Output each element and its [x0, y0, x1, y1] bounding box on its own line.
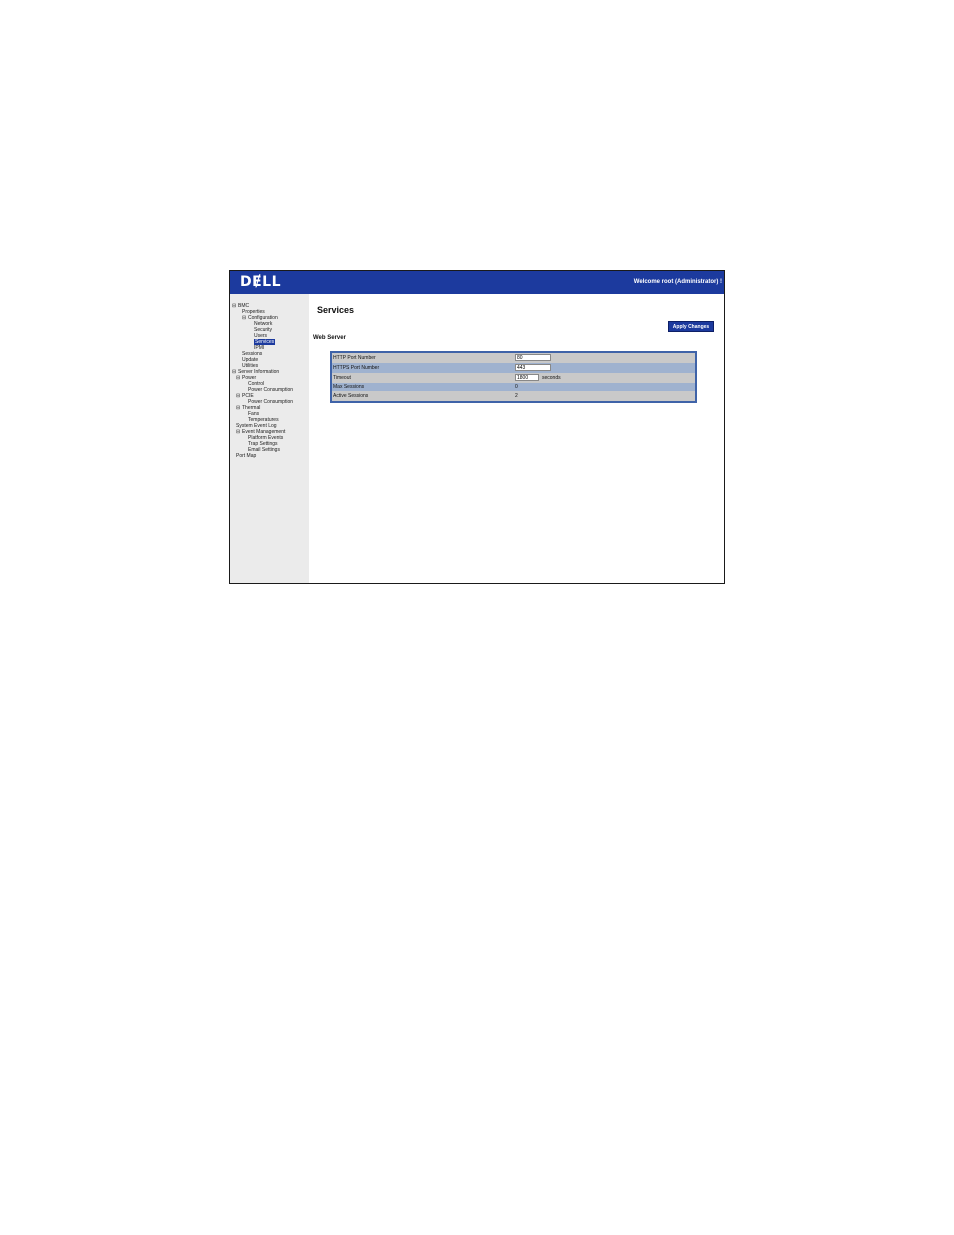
http-port-input[interactable] [515, 354, 551, 361]
max-sessions-value: 0 [515, 384, 518, 390]
timeout-unit: seconds [542, 375, 561, 381]
nav-port-map[interactable]: Port Map [236, 453, 256, 459]
table-row: Max Sessions 0 [332, 383, 695, 391]
row-label: HTTP Port Number [333, 355, 376, 361]
bmc-web-window: DɆLL Welcome root (Administrator) ! ⊟ BMC… [229, 270, 725, 584]
content-area: Services Apply Changes Web Server HTTP P… [309, 294, 724, 583]
dell-logo: DɆLL [240, 274, 282, 290]
row-label: Active Sessions [333, 393, 369, 399]
welcome-message: Welcome root (Administrator) ! [633, 279, 722, 285]
https-port-input[interactable] [515, 364, 551, 371]
nav-label: Power Consumption [248, 387, 294, 393]
top-banner: DɆLL Welcome root (Administrator) ! [230, 271, 724, 294]
timeout-input[interactable] [515, 374, 539, 381]
navigation-tree: ⊟ BMC Properties ⊟ Configuration Network S… [230, 294, 309, 583]
row-label: Max Sessions [333, 384, 365, 390]
table-row: Active Sessions 2 [332, 391, 695, 401]
table-row: HTTP Port Number [332, 353, 695, 363]
row-label: HTTPS Port Number [333, 365, 380, 371]
nav-power-consumption[interactable]: Power Consumption [248, 387, 293, 393]
page-title: Services [317, 305, 355, 315]
row-label: Timeout [333, 375, 351, 381]
apply-changes-button[interactable]: Apply Changes [668, 321, 714, 332]
table-row: Timeout seconds [332, 373, 695, 383]
section-title: Web Server [313, 335, 346, 341]
nav-label: Port Map [236, 453, 257, 459]
active-sessions-value: 2 [515, 393, 518, 399]
table-row: HTTPS Port Number [332, 363, 695, 373]
web-server-table: HTTP Port Number HTTPS Port Number Timeo… [330, 351, 697, 403]
